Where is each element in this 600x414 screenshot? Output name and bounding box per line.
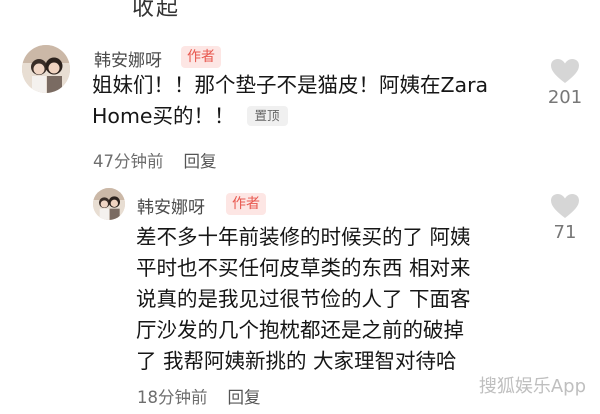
watermark: 搜狐娱乐App — [478, 376, 586, 397]
comment-meta: 47分钟前 回复 — [93, 148, 217, 172]
comment-meta: 18分钟前 回复 — [137, 384, 261, 408]
comment-body: 姐妹们！！那个垫子不是猫皮！阿姨在Zara Home买的！！ — [92, 73, 489, 128]
comment-line: 厅沙发的几个抱枕都还是之前的破掉 — [136, 318, 464, 342]
author-badge: 作者 — [226, 193, 266, 215]
heart-icon — [551, 59, 579, 83]
comment-line: 了 我帮阿姨新挑的 大家理智对待哈 — [136, 349, 457, 373]
avatar[interactable] — [93, 188, 125, 220]
like-button[interactable]: 201 — [545, 58, 585, 108]
like-button[interactable]: 71 — [545, 193, 585, 243]
comment-text: 姐妹们！！那个垫子不是猫皮！阿姨在Zara Home买的！！ 置顶 — [92, 70, 512, 132]
comment-text: 差不多十年前装修的时候买的了 阿姨 平时也不买任何皮草类的东西 相对来 说真的是… — [136, 222, 516, 377]
comment-line: 平时也不买任何皮草类的东西 相对来 — [136, 256, 471, 280]
comment-time: 18分钟前 — [137, 388, 208, 407]
author-badge: 作者 — [181, 46, 221, 68]
reply-button[interactable]: 回复 — [228, 388, 261, 407]
reply-button[interactable]: 回复 — [184, 152, 217, 171]
comment-time: 47分钟前 — [93, 152, 164, 171]
heart-icon — [551, 194, 579, 218]
like-count: 71 — [553, 222, 577, 243]
comment-line: 差不多十年前装修的时候买的了 阿姨 — [136, 225, 471, 249]
comment-username[interactable]: 韩安娜呀 — [94, 46, 162, 71]
avatar[interactable] — [22, 45, 70, 93]
collapse-text[interactable]: 收起 — [132, 0, 180, 22]
comment-line: 说真的是我见过很节俭的人了 下面客 — [136, 287, 471, 311]
pinned-badge: 置顶 — [246, 106, 288, 126]
like-count: 201 — [547, 87, 583, 108]
comment-username[interactable]: 韩安娜呀 — [137, 193, 205, 218]
